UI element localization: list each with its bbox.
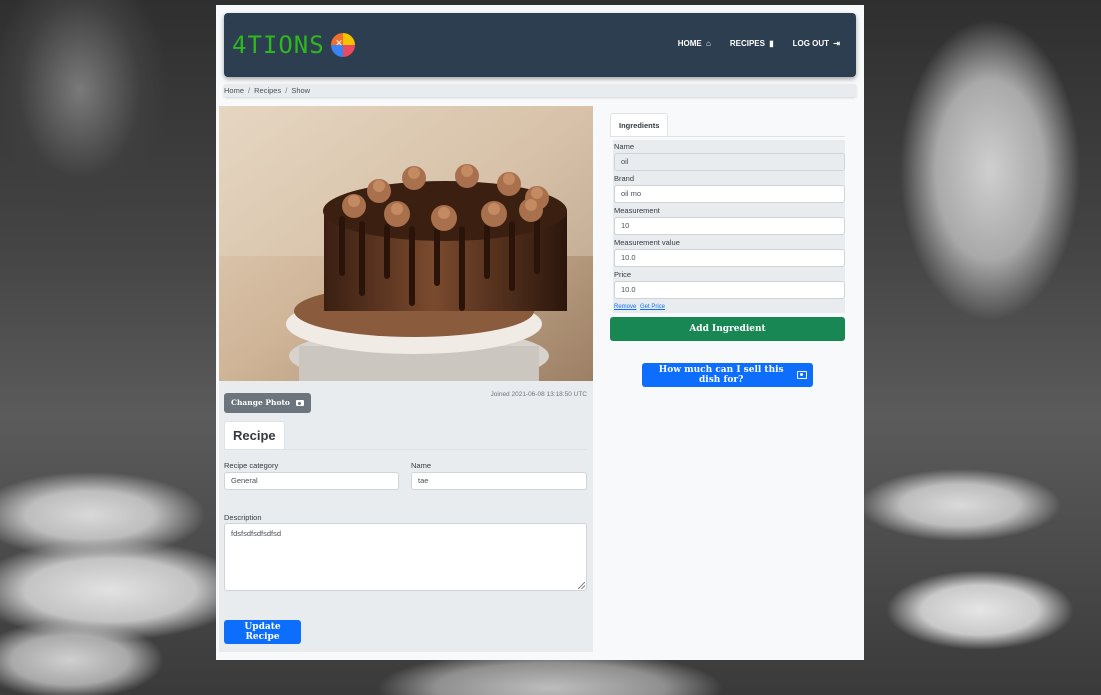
nav-logout-label: LOG OUT [792, 39, 830, 48]
tab-divider [610, 136, 845, 137]
resize-handle-icon[interactable] [578, 582, 585, 589]
ingredient-name-input: oil [614, 153, 845, 171]
breadcrumb-separator: / [285, 86, 288, 95]
ingredient-measurement-value-label: Measurement value [614, 238, 680, 247]
breadcrumb-show: Show [291, 86, 311, 95]
navbar: 4TIONS HOME ⌂ RECIPES ▮ LOG OUT ⇥ [224, 13, 856, 77]
cake-illustration [219, 106, 593, 381]
nav-recipes-label: RECIPES [729, 39, 765, 48]
nav-logout-link[interactable]: LOG OUT ⇥ [793, 39, 840, 48]
home-icon: ⌂ [706, 39, 711, 48]
tab-divider [224, 449, 587, 450]
recipe-description-text: fdsfsdfsdfsdfsd [231, 529, 282, 538]
add-ingredient-button[interactable]: Add Ingredient [610, 317, 845, 341]
remove-ingredient-link[interactable]: Remove [614, 304, 636, 310]
joined-timestamp: Joined 2021-06-08 13:18:50 UTC [490, 391, 587, 398]
breadcrumb-separator: / [248, 86, 251, 95]
ingredient-measurement-label: Measurement [614, 206, 660, 215]
recipe-description-textarea[interactable]: fdsfsdfsdfsdfsd [224, 523, 587, 591]
page-container: 4TIONS HOME ⌂ RECIPES ▮ LOG OUT ⇥ Home /… [216, 5, 864, 660]
recipe-category-select[interactable]: General [224, 472, 399, 490]
breadcrumb-home[interactable]: Home [224, 86, 244, 95]
breadcrumb: Home / Recipes / Show [224, 84, 856, 97]
recipe-category-label: Recipe category [224, 461, 279, 470]
get-price-link[interactable]: Get Price [640, 304, 665, 310]
change-photo-label: Change Photo [231, 398, 290, 407]
recipe-name-input[interactable]: tae [411, 472, 587, 490]
breadcrumb-recipes[interactable]: Recipes [254, 86, 281, 95]
sell-price-button[interactable]: How much can I sell this dish for? [642, 363, 813, 387]
update-recipe-button[interactable]: Update Recipe [224, 620, 301, 644]
nav-links: HOME ⌂ RECIPES ▮ LOG OUT ⇥ [678, 39, 840, 48]
recipe-panel: Change Photo Joined 2021-06-08 13:18:50 … [219, 106, 593, 652]
recipe-photo [219, 106, 593, 381]
ingredient-brand-input[interactable]: oil mo [614, 185, 845, 203]
nav-home-link[interactable]: HOME ⌂ [678, 39, 711, 48]
ingredient-name-label: Name [614, 142, 635, 151]
camera-icon [295, 400, 304, 406]
recipe-description-label: Description [224, 513, 262, 522]
ingredient-form: Name oil Brand oil mo Measurement 10 Mea… [613, 140, 845, 313]
sell-price-label: How much can I sell this dish for? [658, 365, 784, 385]
tab-ingredients[interactable]: Ingredients [610, 113, 669, 137]
nav-home-label: HOME [677, 39, 702, 48]
ingredient-price-input[interactable]: 10.0 [614, 281, 845, 299]
document-icon: ▮ [769, 39, 774, 48]
tab-recipe[interactable]: Recipe [224, 421, 285, 449]
ingredient-brand-label: Brand [614, 174, 635, 183]
ingredient-price-label: Price [614, 270, 632, 279]
ingredient-measurement-value-input[interactable]: 10.0 [614, 249, 845, 267]
add-ingredient-label: Add Ingredient [689, 324, 766, 334]
ingredient-measurement-input[interactable]: 10 [614, 217, 845, 235]
logout-icon: ⇥ [833, 39, 840, 48]
brand-logo-link[interactable]: 4TIONS [232, 31, 355, 59]
nav-recipes-link[interactable]: RECIPES ▮ [730, 39, 774, 48]
recipe-name-label: Name [411, 461, 432, 470]
money-icon [797, 371, 807, 379]
ingredient-links: Remove Get Price [614, 304, 667, 310]
change-photo-button[interactable]: Change Photo [224, 393, 311, 413]
pie-logo-icon [330, 33, 355, 57]
update-recipe-label: Update Recipe [244, 622, 281, 642]
brand-name: 4TIONS [232, 31, 325, 59]
